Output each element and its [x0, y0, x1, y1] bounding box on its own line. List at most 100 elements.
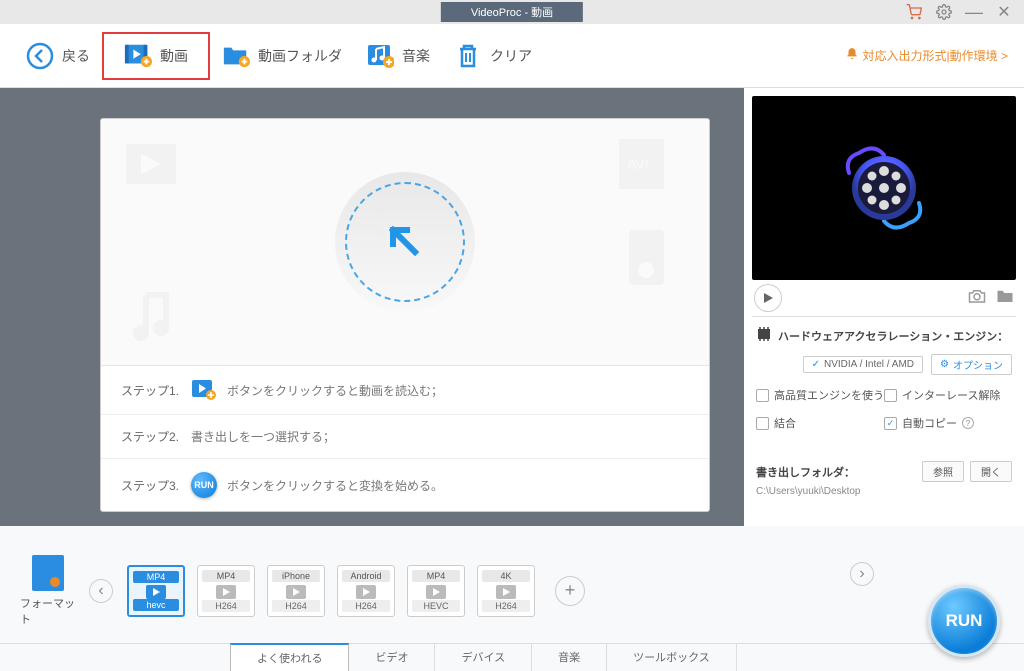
back-button[interactable]: 戻る: [14, 36, 102, 76]
format-top: iPhone: [272, 570, 320, 582]
format-tabs: よく使われるビデオデバイス音楽ツールボックス: [0, 643, 1024, 671]
tab[interactable]: ツールボックス: [607, 644, 737, 671]
output-title: 書き出しフォルダ：: [756, 464, 855, 480]
step-3: ステップ3. RUN ボタンをクリックすると変換を始める。: [101, 459, 709, 511]
format-bot: H264: [202, 600, 250, 612]
format-top: MP4: [412, 570, 460, 582]
format-card[interactable]: MP4 HEVC: [407, 565, 465, 617]
trash-icon: [454, 44, 482, 68]
format-card[interactable]: Android H264: [337, 565, 395, 617]
format-bot: H264: [342, 600, 390, 612]
format-top: Android: [342, 570, 390, 582]
format-row: フォーマット ‹ MP4hevcMP4H264iPhoneH264Android…: [0, 526, 1024, 643]
tab[interactable]: デバイス: [435, 644, 532, 671]
back-icon: [26, 44, 54, 68]
format-list: MP4 hevc MP4 H264 iPhone H264 Android H264 MP4 HE…: [127, 565, 535, 617]
chip-icon: [756, 327, 772, 344]
video-icon: [124, 44, 152, 68]
steps: ステップ1. ボタンをクリックすると動画を読込む； ステップ2. 書き出しを一つ…: [101, 365, 709, 511]
app-logo-icon: [839, 143, 929, 233]
hq-engine-checkbox[interactable]: 高品質エンジンを使う: [756, 387, 884, 403]
format-card[interactable]: MP4 hevc: [127, 565, 185, 617]
format-prev[interactable]: ‹: [89, 579, 113, 603]
main-area: AVI ステップ1. ボタンをクリックすると動画を読込む； ステップ2. 書き出…: [0, 88, 1024, 526]
output-section: 書き出しフォルダ： 参照 開く C:\Users\yuuki\Desktop: [752, 453, 1016, 505]
drop-circle[interactable]: [335, 172, 475, 312]
format-card[interactable]: iPhone H264: [267, 565, 325, 617]
bottom-bar: フォーマット ‹ MP4hevcMP4H264iPhoneH264Android…: [0, 526, 1024, 671]
back-label: 戻る: [62, 46, 90, 66]
step3-text: ボタンをクリックすると変換を始める。: [227, 477, 443, 494]
folder-icon: [222, 44, 250, 68]
format-next[interactable]: ›: [850, 562, 874, 586]
watermark-icon: [121, 285, 191, 355]
formats-link-text: 対応入出力形式|動作環境 >: [863, 47, 1008, 64]
close-icon[interactable]: ✕: [996, 4, 1012, 20]
right-panel: ハードウェアアクセラレーション・エンジン： ✓NVIDIA / Intel / …: [744, 88, 1024, 526]
tab[interactable]: ビデオ: [349, 644, 435, 671]
format-bot: HEVC: [412, 600, 460, 612]
step3-label: ステップ3.: [121, 477, 181, 494]
window-title: VideoProc - 動画: [441, 2, 583, 22]
add-format-button[interactable]: +: [555, 576, 585, 606]
format-top: 4K: [482, 570, 530, 582]
video-label: 動画: [160, 46, 188, 66]
step-2: ステップ2. 書き出しを一つ選択する；: [101, 415, 709, 459]
music-label: 音楽: [402, 46, 430, 66]
svg-text:AVI: AVI: [627, 156, 649, 172]
step1-label: ステップ1.: [121, 382, 181, 399]
play-button[interactable]: [754, 284, 782, 312]
minimize-icon[interactable]: —: [966, 4, 982, 20]
tab[interactable]: よく使われる: [230, 643, 349, 671]
formats-link[interactable]: 対応入出力形式|動作環境 >: [845, 47, 1008, 64]
folder-button[interactable]: 動画フォルダ: [210, 36, 354, 76]
step1-text: ボタンをクリックすると動画を読込む；: [227, 382, 443, 399]
clear-label: クリア: [490, 46, 532, 66]
format-card[interactable]: 4K H264: [477, 565, 535, 617]
drop-zone[interactable]: AVI: [101, 119, 709, 365]
folder-open-icon[interactable]: [996, 288, 1014, 309]
main-left: AVI ステップ1. ボタンをクリックすると動画を読込む； ステップ2. 書き出…: [0, 88, 744, 526]
option-button[interactable]: ⚙オプション: [931, 354, 1012, 375]
preview-controls: [752, 280, 1016, 316]
settings-icon[interactable]: [936, 4, 952, 20]
hw-accel-section: ハードウェアアクセラレーション・エンジン： ✓NVIDIA / Intel / …: [752, 316, 1016, 453]
music-icon: [366, 44, 394, 68]
music-button[interactable]: 音楽: [354, 36, 442, 76]
cart-icon[interactable]: [906, 4, 922, 20]
format-top: MP4: [202, 570, 250, 582]
watermark-icon: AVI: [609, 129, 679, 199]
title-bar: VideoProc - 動画 — ✕: [0, 0, 1024, 24]
main-toolbar: 戻る 動画 動画フォルダ 音楽 クリア 対応入出力形式|動作環境 >: [0, 24, 1024, 88]
tab[interactable]: 音楽: [532, 644, 607, 671]
video-add-icon: [191, 379, 217, 401]
watermark-icon: [121, 129, 191, 199]
format-bot: H264: [482, 600, 530, 612]
upload-arrow-icon: [385, 222, 425, 262]
merge-checkbox[interactable]: 結合: [756, 415, 884, 431]
browse-button[interactable]: 参照: [922, 461, 964, 482]
output-path: C:\Users\yuuki\Desktop: [756, 486, 1012, 497]
format-card[interactable]: MP4 H264: [197, 565, 255, 617]
snapshot-icon[interactable]: [968, 288, 986, 309]
format-icon: [32, 555, 64, 591]
run-small-icon: RUN: [191, 472, 217, 498]
hw-title: ハードウェアアクセラレーション・エンジン：: [756, 327, 1012, 344]
deinterlace-checkbox[interactable]: インターレース解除: [884, 387, 1012, 403]
format-bot: hevc: [133, 599, 179, 611]
format-top: MP4: [133, 571, 179, 583]
autocopy-checkbox[interactable]: ✓自動コピー?: [884, 415, 1012, 431]
hw-gpu-chip: ✓NVIDIA / Intel / AMD: [803, 356, 923, 373]
clear-button[interactable]: クリア: [442, 36, 544, 76]
bell-icon: [845, 47, 859, 64]
video-button[interactable]: 動画: [102, 32, 210, 80]
preview-area: [752, 96, 1016, 280]
folder-label: 動画フォルダ: [258, 46, 342, 66]
step-1: ステップ1. ボタンをクリックすると動画を読込む；: [101, 366, 709, 415]
open-button[interactable]: 開く: [970, 461, 1012, 482]
step2-text: 書き出しを一つ選択する；: [191, 428, 335, 445]
watermark-icon: [619, 225, 679, 305]
format-bot: H264: [272, 600, 320, 612]
format-button[interactable]: フォーマット: [20, 555, 75, 627]
run-button[interactable]: RUN: [928, 585, 1000, 657]
